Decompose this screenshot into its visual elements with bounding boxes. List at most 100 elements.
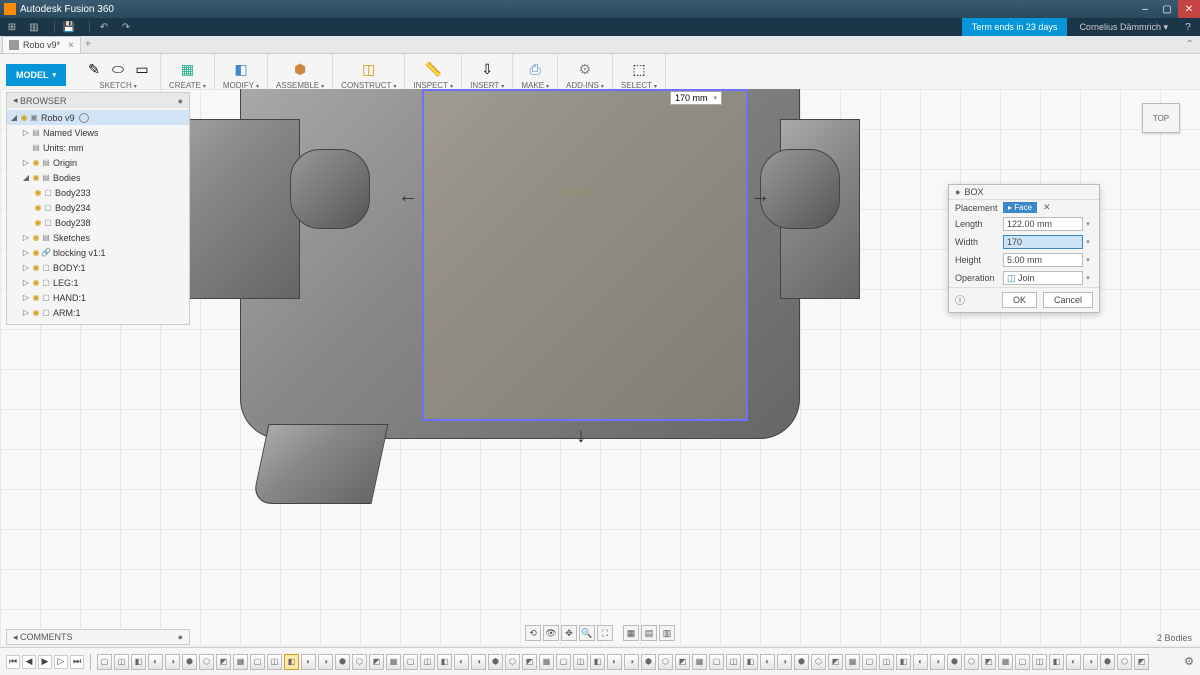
browser-gear-icon[interactable]: ● [178,96,183,106]
dialog-header[interactable]: ●BOX [949,185,1099,200]
timeline-step[interactable]: ◑ [165,654,180,670]
zoom-icon[interactable]: 🔍 [579,625,595,641]
placement-clear-icon[interactable]: ✕ [1043,202,1051,213]
timeline-step[interactable]: ⬡ [811,654,826,670]
help-icon[interactable]: ? [1180,22,1196,33]
timeline-step[interactable]: ⬡ [505,654,520,670]
timeline-step[interactable]: ◐ [148,654,163,670]
timeline-step[interactable]: ◩ [522,654,537,670]
timeline-step[interactable]: ⬢ [1100,654,1115,670]
ok-button[interactable]: OK [1002,292,1037,308]
timeline-step[interactable]: ▢ [97,654,112,670]
timeline-step[interactable]: ◫ [267,654,282,670]
timeline-step[interactable]: ▦ [845,654,860,670]
view-cube[interactable]: TOP [1142,103,1180,133]
grid-toggle-icon[interactable]: ▤ [641,625,657,641]
dropdown-icon[interactable]: ▾ [1083,274,1093,282]
look-icon[interactable]: 👁 [543,625,559,641]
timeline-end-icon[interactable]: ⏭ [70,655,84,669]
timeline-step[interactable]: ⬢ [641,654,656,670]
selection-box[interactable] [422,89,748,421]
workspace-button[interactable]: MODEL [6,64,66,86]
tree-root[interactable]: ◢◉▣Robo v9 [7,110,189,125]
timeline-step[interactable]: ◧ [896,654,911,670]
timeline-step[interactable]: ◧ [743,654,758,670]
arrow-left-icon[interactable]: ← [398,185,418,208]
timeline-step[interactable]: ◩ [1134,654,1149,670]
placement-chip[interactable]: ▸ Face [1003,202,1037,213]
timeline-step[interactable]: ◩ [828,654,843,670]
pan-icon[interactable]: ✥ [561,625,577,641]
timeline-back-icon[interactable]: ◀ [22,655,36,669]
cancel-button[interactable]: Cancel [1043,292,1093,308]
timeline-step[interactable]: ◫ [573,654,588,670]
timeline-step[interactable]: ▢ [403,654,418,670]
timeline-step[interactable]: ◧ [437,654,452,670]
dropdown-icon[interactable]: ▾ [1083,220,1093,228]
timeline-step[interactable]: ▦ [539,654,554,670]
tree-item[interactable]: ▷◉▢ARM:1 [7,305,189,320]
undo-icon[interactable]: ↶ [96,20,112,34]
dropdown-icon[interactable]: ▾ [1083,238,1093,246]
timeline-step[interactable]: ▦ [692,654,707,670]
timeline-step[interactable]: ▢ [862,654,877,670]
timeline-step[interactable]: ⬢ [335,654,350,670]
tree-item[interactable]: ◉▢Body233 [7,185,189,200]
timeline-step[interactable]: ◐ [607,654,622,670]
timeline-step[interactable]: ◫ [726,654,741,670]
timeline-step[interactable]: ◐ [454,654,469,670]
timeline-step[interactable]: ◩ [369,654,384,670]
dropdown-icon[interactable]: ▾ [1083,256,1093,264]
timeline-step[interactable]: ◫ [420,654,435,670]
timeline-step[interactable]: ◐ [301,654,316,670]
maximize-button[interactable]: ▢ [1156,0,1178,18]
tree-item[interactable]: ▷◉▤Origin [7,155,189,170]
timeline-step[interactable]: ▢ [709,654,724,670]
timeline-step[interactable]: ◑ [624,654,639,670]
file-icon[interactable]: ▥ [26,20,42,34]
timeline-step[interactable]: ◧ [284,654,299,670]
timeline-step[interactable]: ◐ [913,654,928,670]
arrow-right-icon[interactable]: → [750,185,770,208]
timeline-step[interactable]: ◑ [318,654,333,670]
add-tab-button[interactable]: + [81,39,95,50]
timeline-step[interactable]: ◧ [1049,654,1064,670]
viewports-icon[interactable]: ▥ [659,625,675,641]
tree-item[interactable]: ▷▤Named Views [7,125,189,140]
timeline-step[interactable]: ◑ [930,654,945,670]
timeline-step[interactable]: ▦ [233,654,248,670]
tree-item[interactable]: ▷◉▢LEG:1 [7,275,189,290]
dimension-input[interactable]: 170 mm▾ [670,91,722,105]
tree-item[interactable]: ◉▢Body234 [7,200,189,215]
arrow-down-icon[interactable]: ↓ [576,425,586,448]
timeline-step[interactable]: ⬡ [352,654,367,670]
tree-item[interactable]: ◉▢Body238 [7,215,189,230]
tree-item[interactable]: ▷◉▤Sketches [7,230,189,245]
orbit-icon[interactable]: ⟲ [525,625,541,641]
height-input[interactable]: 5.00 mm [1003,253,1083,267]
timeline-step[interactable]: ▢ [1015,654,1030,670]
timeline-settings-icon[interactable]: ⚙ [1184,655,1194,668]
timeline-fwd-icon[interactable]: ▶ [38,655,52,669]
timeline-step[interactable]: ◩ [216,654,231,670]
tree-item[interactable]: ◢◉▤Bodies [7,170,189,185]
timeline-step[interactable]: ⬢ [794,654,809,670]
timeline-play-icon[interactable]: ▷ [54,655,68,669]
grid-icon[interactable]: ⊞ [4,20,20,34]
timeline-step[interactable]: ◧ [590,654,605,670]
timeline-step[interactable]: ▦ [998,654,1013,670]
timeline-step[interactable]: ◫ [114,654,129,670]
width-input[interactable]: 170 [1003,235,1083,249]
timeline-step[interactable]: ⬡ [658,654,673,670]
length-input[interactable]: 122.00 mm [1003,217,1083,231]
timeline-step[interactable]: ◫ [1032,654,1047,670]
timeline-step[interactable]: ⬢ [947,654,962,670]
browser-header[interactable]: ◂ BROWSER ● [7,93,189,108]
info-icon[interactable]: ⓘ [955,292,965,308]
timeline-step[interactable]: ◑ [1083,654,1098,670]
timeline-start-icon[interactable]: ⏮ [6,655,20,669]
minimize-button[interactable]: – [1134,0,1156,18]
operation-select[interactable]: ◫ Join [1003,271,1083,285]
timeline-step[interactable]: ▢ [250,654,265,670]
document-tab[interactable]: Robo v9* × [2,36,81,53]
